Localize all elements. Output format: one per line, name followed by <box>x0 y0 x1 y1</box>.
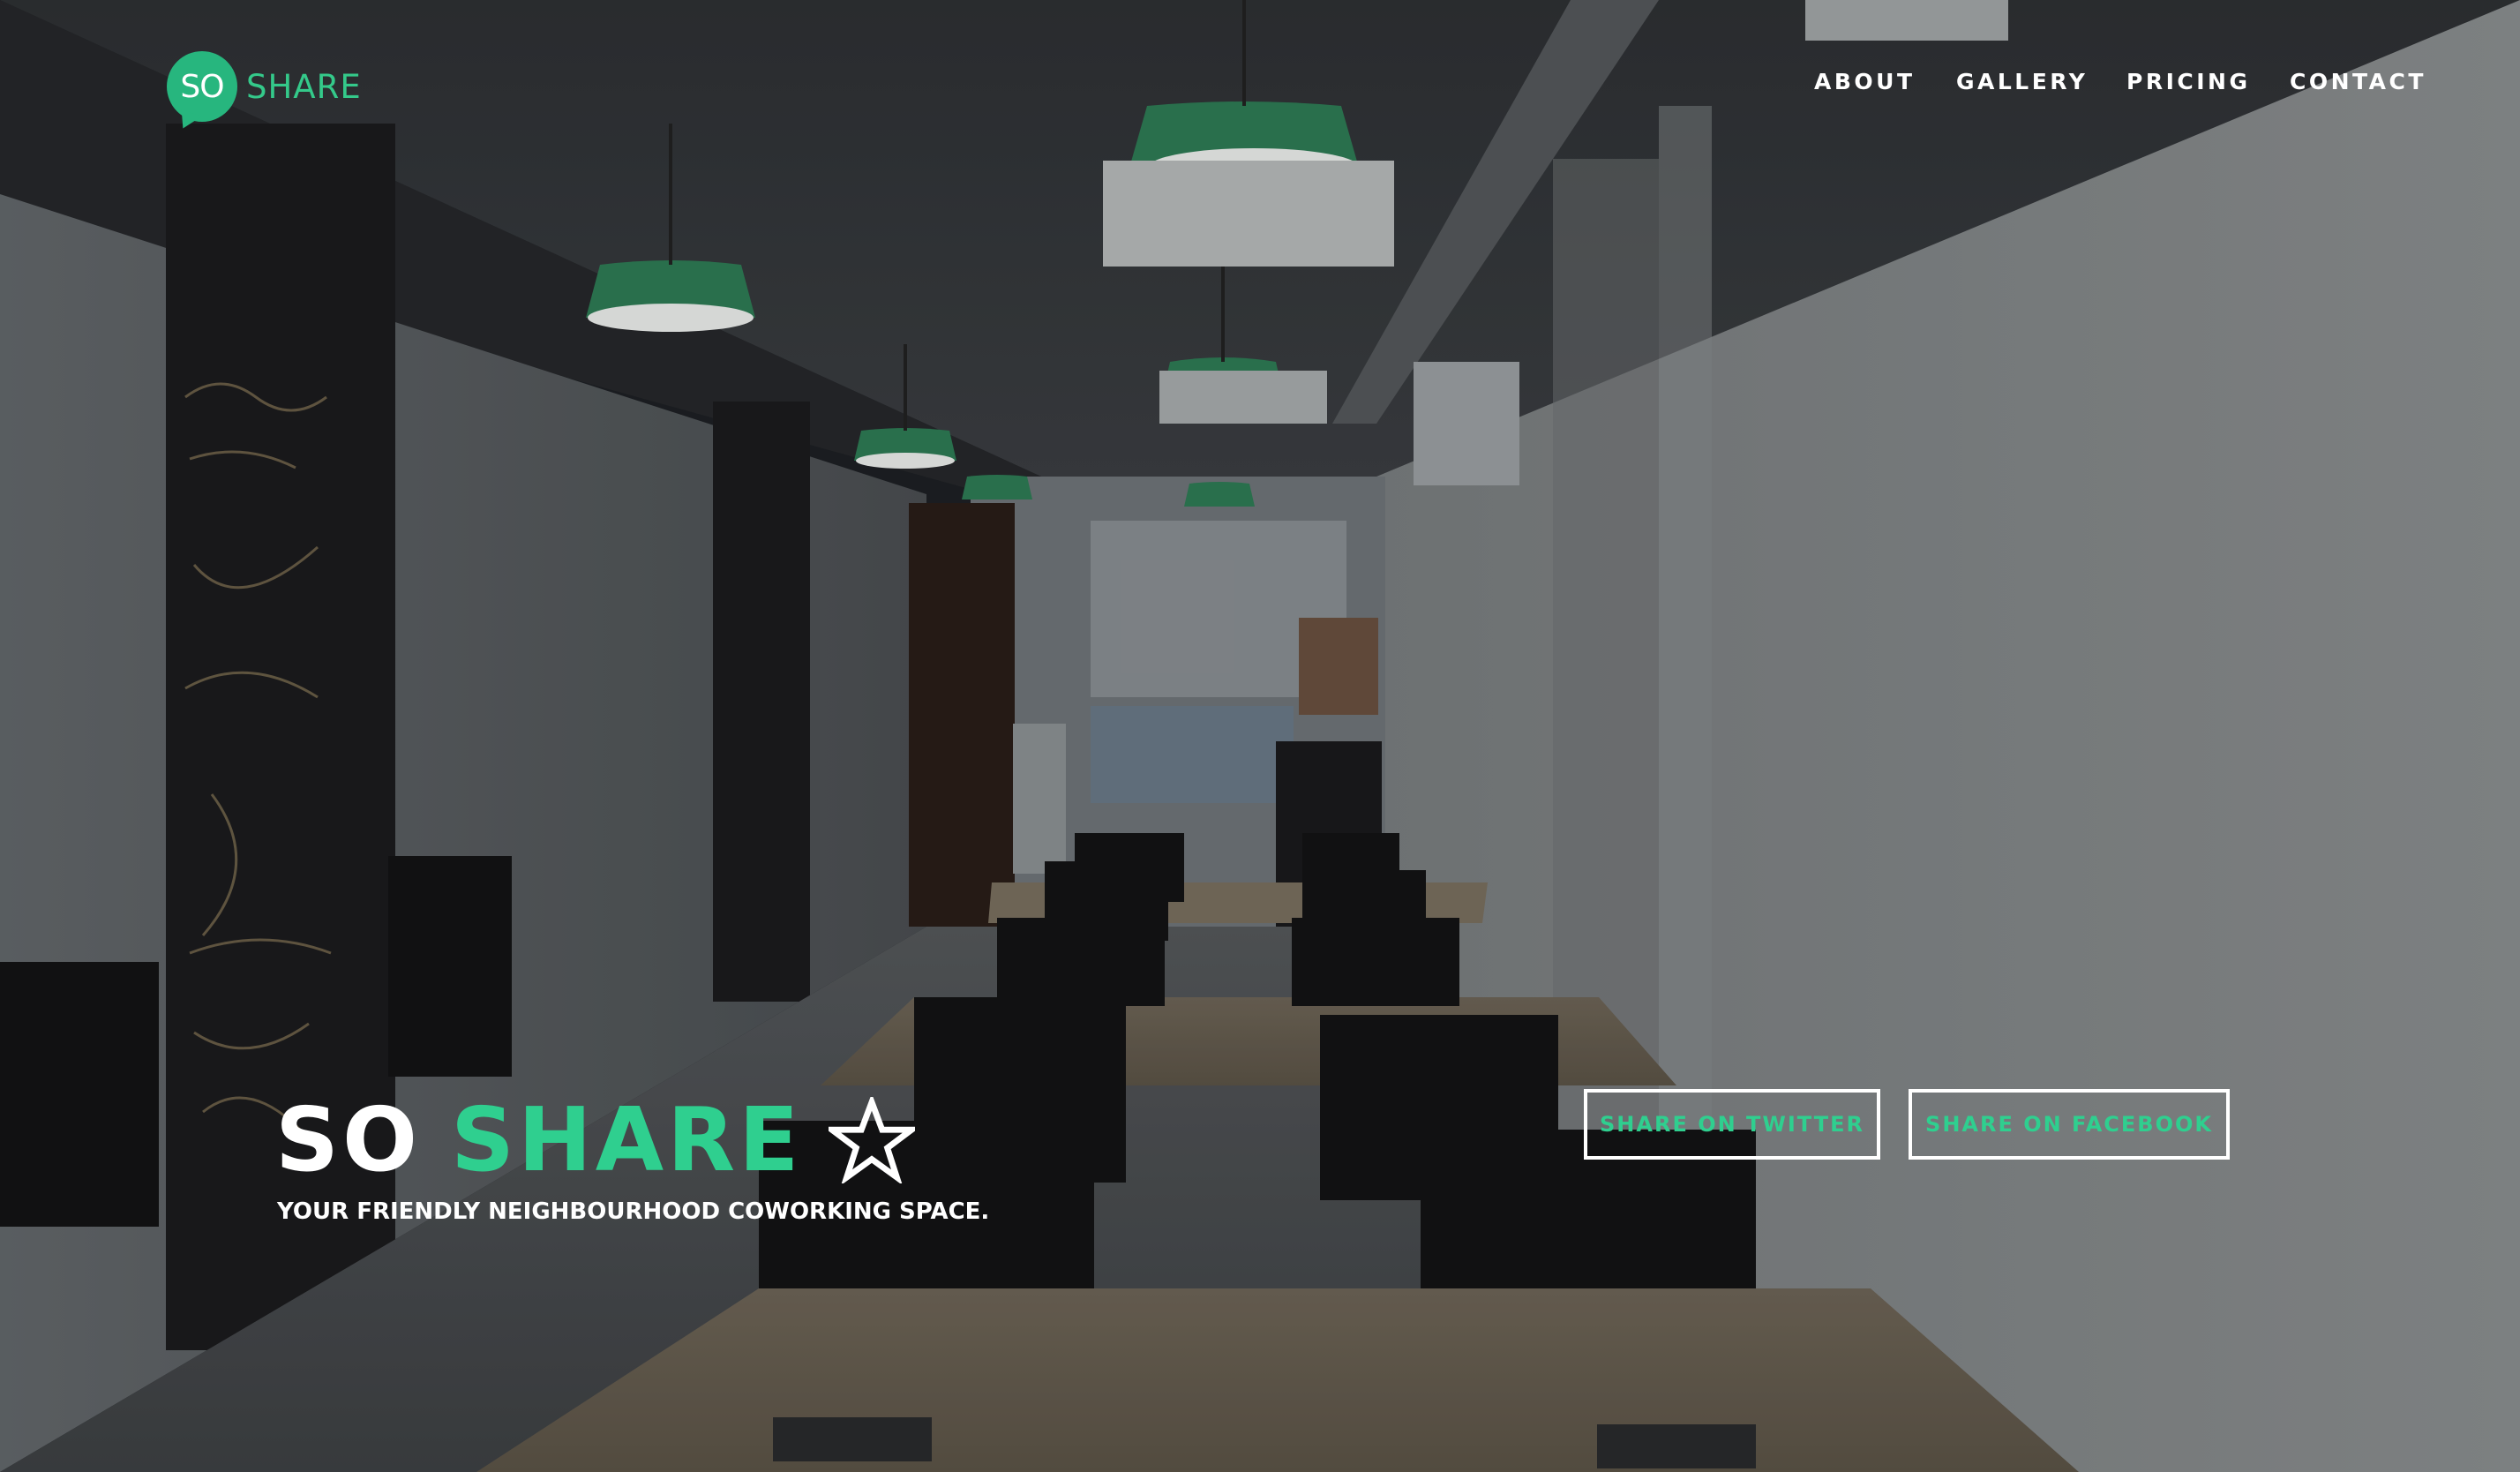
nav-item-about[interactable]: ABOUT <box>1814 69 1916 94</box>
share-on-facebook-button[interactable]: SHARE ON FACEBOOK <box>1909 1089 2230 1160</box>
hero-title: SO SHARE <box>275 1087 916 1193</box>
hero-section: SO SHARE ABOUT GALLERY PRICING CONTACT S… <box>0 0 2520 1472</box>
hero-title-part2: SHARE <box>451 1088 803 1191</box>
hero-tagline: YOUR FRIENDLY NEIGHBOURHOOD COWORKING SP… <box>277 1198 990 1225</box>
nav-item-gallery[interactable]: GALLERY <box>1956 69 2088 94</box>
hero-title-part1: SO <box>275 1088 422 1191</box>
logo-speech-bubble-icon: SO <box>167 51 237 122</box>
logo-mark-text: SO <box>180 68 224 105</box>
hero-background-photo <box>0 0 2520 1472</box>
nav-item-contact[interactable]: CONTACT <box>2290 69 2426 94</box>
nav-item-pricing[interactable]: PRICING <box>2126 69 2250 94</box>
logo-wordmark: SHARE <box>246 67 362 106</box>
share-on-twitter-button[interactable]: SHARE ON TWITTER <box>1584 1089 1880 1160</box>
star-outline-icon <box>829 1097 916 1183</box>
site-logo[interactable]: SO SHARE <box>167 49 362 124</box>
